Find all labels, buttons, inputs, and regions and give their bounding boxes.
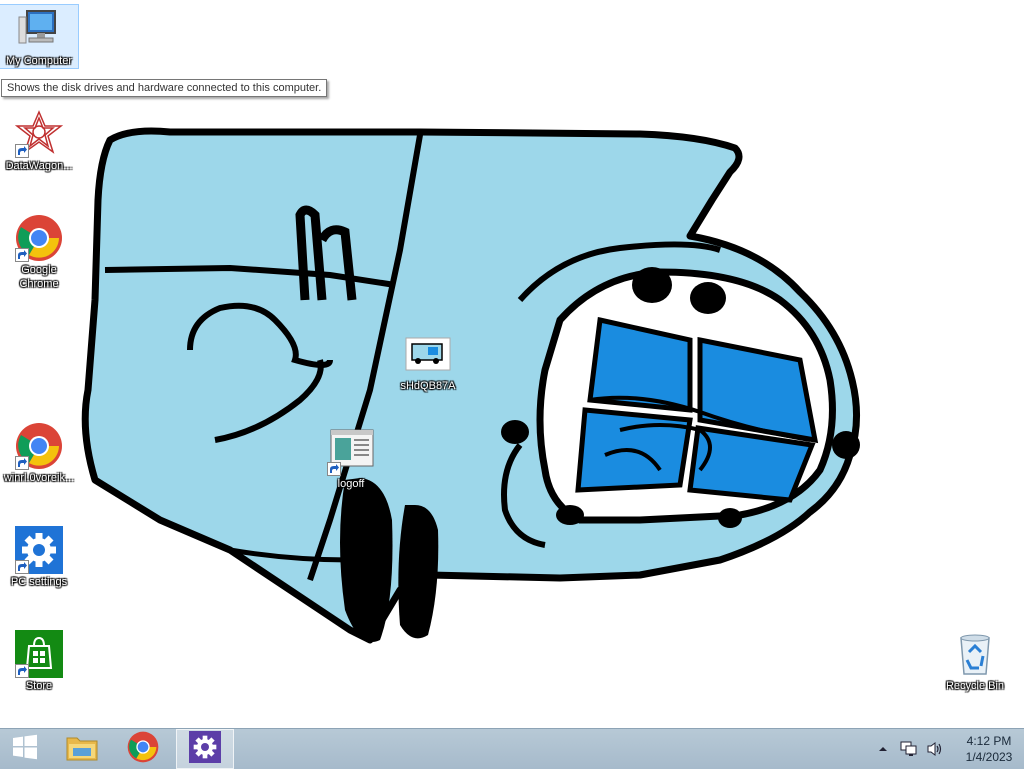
logoff-icon-shortcut[interactable]: logoff [312,428,390,491]
start-button[interactable] [0,729,50,769]
settings-gear-icon [189,730,221,768]
file-explorer-icon [65,732,99,767]
recycle-bin-icon-shortcut[interactable]: Recycle Bin [936,630,1014,693]
desktop-icon-label: winrl.0voreik... [3,472,75,484]
recycle-bin-icon [951,630,999,678]
shortcut-arrow-icon [15,144,29,158]
shdqb87a-file-icon[interactable]: sHdQB87A [389,330,467,393]
show-hidden-icons-chevron-icon[interactable] [873,739,893,759]
chrome-icon [127,731,159,768]
shortcut-arrow-icon [15,664,29,678]
shortcut-arrow-icon [15,560,29,574]
clock-date: 1/4/2023 [965,750,1013,764]
shortcut-arrow-icon [327,462,341,476]
datawagon-icon [14,110,64,158]
clock-time: 4:12 PM [966,734,1012,748]
datawagon-icon-shortcut[interactable]: DataWagon... [0,110,78,173]
image-file-icon [404,330,452,378]
desktop-icon-label: DataWagon... [5,160,73,172]
windows-logo-icon [12,734,38,765]
taskbar: 4:12 PM 1/4/2023 [0,728,1024,769]
taskbar-chrome-button[interactable] [115,729,171,769]
desktop-wallpaper [81,127,861,644]
network-icon[interactable] [899,739,919,759]
google-chrome-icon-shortcut[interactable]: Google Chrome [0,214,78,291]
system-tray: 4:12 PM 1/4/2023 [870,729,1024,769]
winrl-chrome-icon-shortcut[interactable]: winrl.0voreik... [0,422,78,485]
desktop-icon-label: PC settings [10,576,68,588]
store-bag-icon [15,630,63,678]
desktop-icon-label: Recycle Bin [945,680,1005,692]
tooltip: Shows the disk drives and hardware conne… [1,79,328,97]
chrome-icon [15,422,63,470]
clock[interactable]: 4:12 PM 1/4/2023 [954,733,1024,765]
desktop-icon-label: My Computer [5,55,73,67]
chrome-icon [15,214,63,262]
computer-icon [15,5,63,53]
volume-icon[interactable] [925,739,945,759]
store-icon-shortcut[interactable]: Store [0,630,78,693]
taskbar-pc-settings-button[interactable] [176,729,234,769]
desktop-icon-label: logoff [337,478,365,490]
desktop-icon-label: sHdQB87A [400,380,456,392]
window-app-icon [327,428,375,476]
taskbar-file-explorer-button[interactable] [54,729,110,769]
pc-settings-icon-shortcut[interactable]: PC settings [0,526,78,589]
desktop-icon-label: Store [25,680,53,692]
shortcut-arrow-icon [15,248,29,262]
my-computer-icon-shortcut[interactable]: My Computer [0,4,79,69]
settings-gear-icon [15,526,63,574]
shortcut-arrow-icon [15,456,29,470]
desktop-icon-label: Google Chrome [19,264,59,290]
